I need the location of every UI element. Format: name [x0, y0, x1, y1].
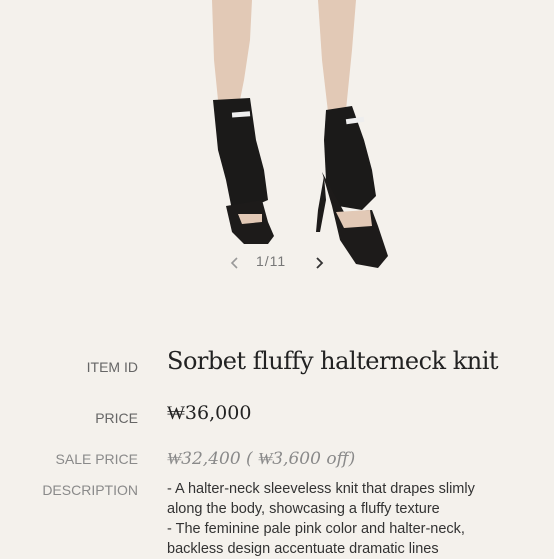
description-line: - The feminine pale pink color and halte… [167, 521, 465, 537]
product-price: ₩36,000 [167, 402, 252, 424]
sale-price-label: SALE PRICE [55, 451, 138, 467]
product-description: - A halter-neck sleeveless knit that dra… [167, 479, 547, 559]
item-id-label: ITEM ID [86, 359, 138, 375]
sale-price: ₩32,400 ( ₩3,600 off) [167, 449, 356, 469]
chevron-left-icon[interactable] [227, 252, 243, 274]
product-name: Sorbet fluffy halterneck knit [167, 347, 499, 375]
description-line: backless design accentuate dramatic line… [167, 541, 439, 557]
description-label: DESCRIPTION [42, 482, 138, 498]
description-line: - A halter-neck sleeveless knit that dra… [167, 481, 475, 497]
description-line: along the body, showcasing a fluffy text… [167, 501, 440, 517]
image-pager: 1/11 [0, 252, 554, 274]
price-label: PRICE [95, 410, 138, 426]
image-counter: 1/11 [256, 253, 287, 269]
chevron-right-icon[interactable] [311, 252, 327, 274]
